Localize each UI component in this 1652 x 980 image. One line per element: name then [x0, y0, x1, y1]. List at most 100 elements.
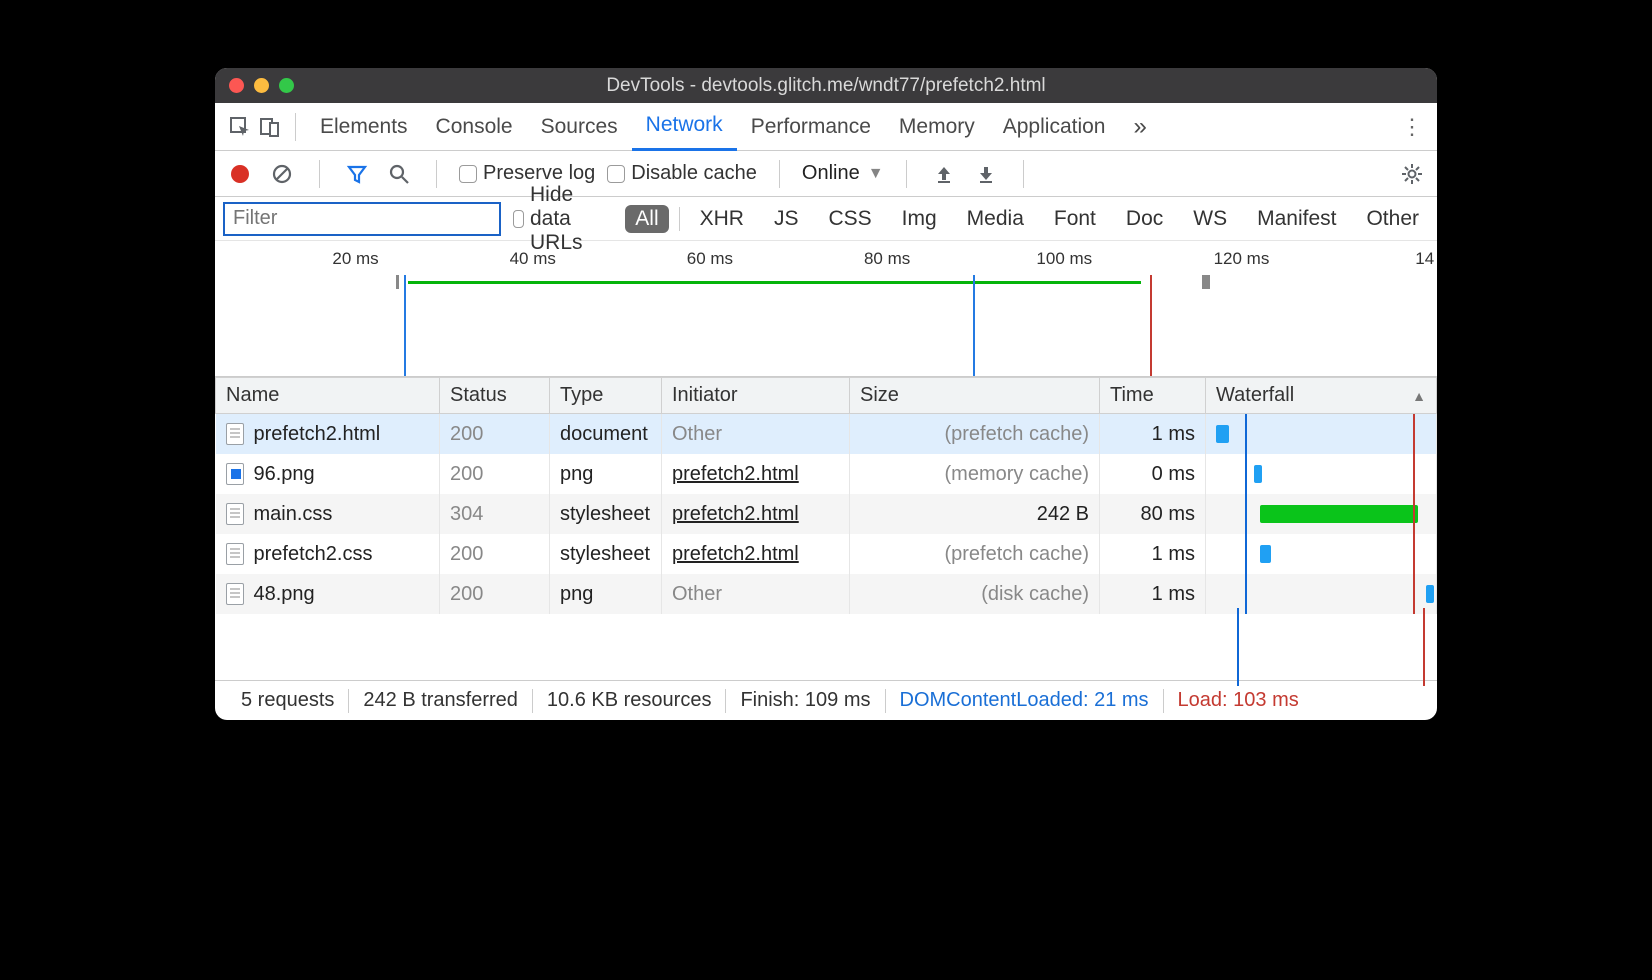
- filter-type-manifest[interactable]: Manifest: [1247, 205, 1346, 233]
- col-initiator[interactable]: Initiator: [662, 378, 850, 414]
- checkbox-icon: [459, 165, 477, 183]
- table-row[interactable]: 96.png200pngprefetch2.html(memory cache)…: [216, 454, 1437, 494]
- filter-input[interactable]: [223, 202, 501, 236]
- settings-gear-icon[interactable]: [1397, 159, 1427, 189]
- cell-time: 80 ms: [1100, 494, 1206, 534]
- filter-type-media[interactable]: Media: [957, 205, 1034, 233]
- cell-waterfall: [1206, 454, 1437, 494]
- col-type[interactable]: Type: [550, 378, 662, 414]
- cell-type: png: [550, 454, 662, 494]
- col-status[interactable]: Status: [440, 378, 550, 414]
- col-size[interactable]: Size: [850, 378, 1100, 414]
- filter-type-css[interactable]: CSS: [818, 205, 881, 233]
- selection-handle-right[interactable]: [1202, 275, 1210, 289]
- overflow-tabs-button[interactable]: »: [1119, 103, 1160, 151]
- table-row[interactable]: prefetch2.css200stylesheetprefetch2.html…: [216, 534, 1437, 574]
- upload-har-icon[interactable]: [929, 159, 959, 189]
- throttling-select[interactable]: Online ▼: [802, 162, 884, 185]
- col-time[interactable]: Time: [1100, 378, 1206, 414]
- cell-size: 242 B: [850, 494, 1100, 534]
- document-file-icon: [226, 503, 244, 525]
- separator: [1023, 160, 1024, 188]
- traffic-lights: [229, 78, 294, 93]
- cell-waterfall: [1206, 574, 1437, 614]
- close-window-button[interactable]: [229, 78, 244, 93]
- window-title: DevTools - devtools.glitch.me/wndt77/pre…: [215, 75, 1437, 97]
- status-transferred: 242 B transferred: [349, 689, 532, 712]
- filter-type-other[interactable]: Other: [1356, 205, 1429, 233]
- filter-type-doc[interactable]: Doc: [1116, 205, 1173, 233]
- timeline-tick: 14: [1415, 249, 1434, 269]
- table-row[interactable]: prefetch2.html200documentOther(prefetch …: [216, 414, 1437, 455]
- network-toolbar: Preserve log Disable cache Online ▼: [215, 151, 1437, 197]
- document-file-icon: [226, 423, 244, 445]
- filter-toggle-icon[interactable]: [342, 159, 372, 189]
- initiator-link[interactable]: prefetch2.html: [672, 503, 799, 525]
- cell-time: 1 ms: [1100, 534, 1206, 574]
- cell-initiator: prefetch2.html: [662, 454, 850, 494]
- timeline-overview[interactable]: 20 ms40 ms60 ms80 ms100 ms120 ms14: [215, 241, 1437, 377]
- file-name: prefetch2.css: [254, 543, 373, 565]
- filter-type-all[interactable]: All: [625, 205, 668, 233]
- tab-memory[interactable]: Memory: [885, 103, 989, 151]
- table-row[interactable]: main.css304stylesheetprefetch2.html242 B…: [216, 494, 1437, 534]
- initiator-link[interactable]: prefetch2.html: [672, 463, 799, 485]
- cell-time: 1 ms: [1100, 414, 1206, 455]
- document-file-icon: [226, 543, 244, 565]
- filter-type-xhr[interactable]: XHR: [690, 205, 754, 233]
- throttling-value: Online: [802, 162, 860, 185]
- tab-performance[interactable]: Performance: [737, 103, 885, 151]
- table-header-row: Name Status Type Initiator Size Time Wat…: [216, 378, 1437, 414]
- inspect-element-icon[interactable]: [225, 112, 255, 142]
- document-file-icon: [226, 583, 244, 605]
- checkbox-icon: [607, 165, 625, 183]
- download-har-icon[interactable]: [971, 159, 1001, 189]
- panel-tabs: ElementsConsoleSourcesNetworkPerformance…: [215, 103, 1437, 151]
- waterfall-bar: [1254, 465, 1262, 483]
- timeline-tick: 100 ms: [1036, 249, 1092, 269]
- filter-type-js[interactable]: JS: [764, 205, 809, 233]
- filter-type-font[interactable]: Font: [1044, 205, 1106, 233]
- cell-waterfall: [1206, 494, 1437, 534]
- search-icon[interactable]: [384, 159, 414, 189]
- tab-console[interactable]: Console: [422, 103, 527, 151]
- cell-waterfall: [1206, 534, 1437, 574]
- cell-size: (disk cache): [850, 574, 1100, 614]
- selection-handle-left[interactable]: [396, 275, 399, 289]
- table-row[interactable]: 48.png200pngOther(disk cache)1 ms: [216, 574, 1437, 614]
- tab-network[interactable]: Network: [632, 103, 737, 151]
- cell-time: 0 ms: [1100, 454, 1206, 494]
- waterfall-load-line: [1413, 454, 1415, 494]
- cell-size: (memory cache): [850, 454, 1100, 494]
- tab-sources[interactable]: Sources: [527, 103, 632, 151]
- cell-initiator: prefetch2.html: [662, 494, 850, 534]
- file-name: 96.png: [254, 463, 315, 485]
- col-name[interactable]: Name: [216, 378, 440, 414]
- initiator-link[interactable]: prefetch2.html: [672, 543, 799, 565]
- filter-type-img[interactable]: Img: [892, 205, 947, 233]
- waterfall-bar: [1426, 585, 1434, 603]
- disable-cache-checkbox[interactable]: Disable cache: [607, 162, 757, 185]
- waterfall-bar: [1260, 545, 1271, 563]
- file-name: prefetch2.html: [254, 423, 381, 445]
- minimize-window-button[interactable]: [254, 78, 269, 93]
- kebab-menu-icon[interactable]: ⋮: [1397, 112, 1427, 142]
- record-button[interactable]: [225, 159, 255, 189]
- device-toolbar-icon[interactable]: [255, 112, 285, 142]
- waterfall-load-line: [1413, 574, 1415, 614]
- waterfall-load-line: [1413, 494, 1415, 534]
- cell-name: main.css: [216, 494, 440, 534]
- clear-button[interactable]: [267, 159, 297, 189]
- file-name: main.css: [254, 503, 333, 525]
- zoom-window-button[interactable]: [279, 78, 294, 93]
- col-waterfall[interactable]: Waterfall: [1206, 378, 1437, 414]
- cell-time: 1 ms: [1100, 574, 1206, 614]
- timeline-tick: 20 ms: [332, 249, 378, 269]
- tab-elements[interactable]: Elements: [306, 103, 422, 151]
- cell-size: (prefetch cache): [850, 414, 1100, 455]
- filter-type-ws[interactable]: WS: [1183, 205, 1237, 233]
- status-load: Load: 103 ms: [1164, 689, 1313, 712]
- disable-cache-label: Disable cache: [631, 162, 757, 185]
- tab-application[interactable]: Application: [989, 103, 1120, 151]
- overview-load-line: [1150, 275, 1152, 376]
